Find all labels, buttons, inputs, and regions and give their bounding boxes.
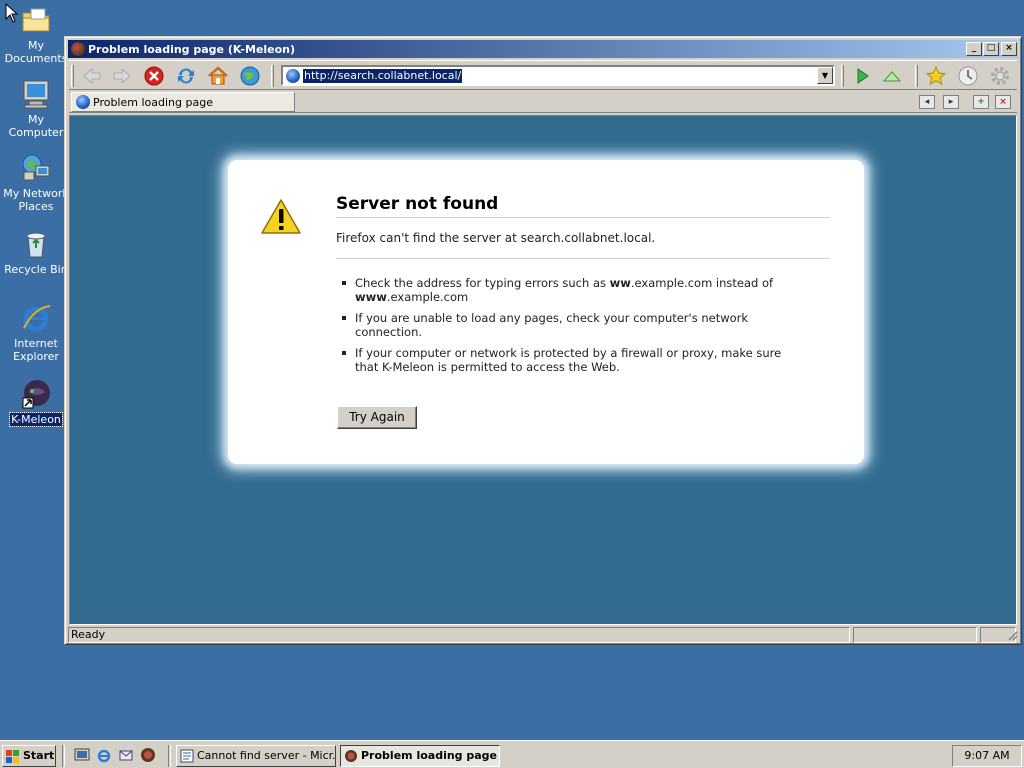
tab-next-icon[interactable]: ▸	[943, 95, 959, 109]
close-button[interactable]: ×	[1001, 42, 1017, 56]
status-text: Ready	[68, 627, 850, 643]
k-meleon-icon	[20, 378, 52, 410]
home-icon[interactable]	[207, 65, 229, 87]
warning-icon	[261, 199, 301, 234]
desktop-icon-my-computer[interactable]: My Computer	[0, 78, 72, 139]
quick-launch-separator	[62, 745, 65, 767]
bookmark-star-icon[interactable]	[925, 65, 947, 87]
desktop-icon-my-network-places[interactable]: My Network Places	[0, 152, 72, 213]
internet-explorer-icon	[20, 302, 52, 334]
taskbar-button-cannot-find-server[interactable]: Cannot find server - Micr...	[176, 745, 336, 767]
taskbar-button-problem-loading-page[interactable]: Problem loading page ...	[340, 745, 500, 767]
desktop-icon-label: My Network Places	[3, 187, 69, 213]
globe-icon[interactable]	[239, 65, 261, 87]
toolbar-grip[interactable]	[841, 65, 844, 87]
desktop-icon-label: K-Meleon	[9, 412, 63, 427]
desktop-icon-label: My Documents	[4, 39, 68, 65]
browser-window: Problem loading page (K-Meleon) _ □ × ht…	[64, 36, 1022, 645]
desktop-icon-label: Recycle Bin	[4, 263, 68, 276]
outlook-express-icon[interactable]	[118, 747, 134, 763]
internet-explorer-icon[interactable]	[96, 747, 112, 763]
url-bar[interactable]: http://search.collabnet.local/ ▼	[281, 65, 835, 86]
globe-icon	[76, 95, 90, 109]
site-globe-icon	[286, 69, 300, 83]
toolbar-grip[interactable]	[271, 65, 274, 87]
stop-icon[interactable]	[143, 65, 165, 87]
tab-bar: Problem loading page ◂ ▸ + ×	[69, 91, 1017, 113]
url-input[interactable]: http://search.collabnet.local/	[303, 69, 463, 83]
error-panel: Server not found Firefox can't find the …	[228, 160, 864, 464]
desktop-icon-internet-explorer[interactable]: Internet Explorer	[0, 302, 72, 363]
forward-icon[interactable]	[111, 65, 133, 87]
desktop-icon-k-meleon[interactable]: K-Meleon	[0, 378, 72, 427]
k-meleon-icon	[71, 42, 85, 56]
task-label: Problem loading page ...	[361, 749, 500, 762]
maximize-button[interactable]: □	[983, 42, 999, 56]
error-title: Server not found	[336, 194, 830, 218]
tab-problem-loading-page[interactable]: Problem loading page	[71, 92, 295, 112]
desktop-icon-recycle-bin[interactable]: Recycle Bin	[0, 228, 72, 276]
k-meleon-icon[interactable]	[140, 747, 156, 763]
system-tray-clock[interactable]: 9:07 AM	[952, 745, 1022, 767]
window-title: Problem loading page (K-Meleon)	[88, 43, 296, 56]
toolbar-grip[interactable]	[915, 65, 918, 87]
tab-prev-icon[interactable]: ◂	[919, 95, 935, 109]
error-short-description: Firefox can't find the server at search.…	[336, 231, 830, 259]
k-meleon-icon	[345, 750, 357, 762]
history-icon[interactable]	[957, 65, 979, 87]
tab-label: Problem loading page	[93, 96, 213, 109]
task-label: Cannot find server - Micr...	[197, 749, 336, 762]
go-icon[interactable]	[851, 65, 873, 87]
back-icon[interactable]	[81, 65, 103, 87]
network-icon	[20, 152, 52, 184]
recycle-bin-icon	[20, 228, 52, 260]
try-again-button[interactable]: Try Again	[337, 406, 417, 429]
start-label: Start	[23, 749, 55, 762]
mouse-cursor-icon	[5, 3, 19, 23]
taskbar: Start Cannot find server - Micr... Probl…	[0, 740, 1024, 768]
close-tab-icon[interactable]: ×	[995, 95, 1011, 109]
document-icon	[180, 749, 194, 763]
status-bar: Ready	[68, 627, 1018, 643]
list-item: If your computer or network is protected…	[336, 346, 806, 374]
error-suggestions-list: Check the address for typing errors such…	[336, 276, 806, 381]
computer-icon	[20, 78, 52, 110]
title-bar[interactable]: Problem loading page (K-Meleon) _ □ ×	[68, 40, 1018, 58]
list-item: If you are unable to load any pages, che…	[336, 311, 806, 339]
new-tab-icon[interactable]: +	[973, 95, 989, 109]
desktop-icon-label: Internet Explorer	[13, 337, 59, 363]
minimize-button[interactable]: _	[966, 42, 982, 56]
toolbar-grip[interactable]	[71, 65, 74, 87]
folder-icon	[20, 4, 52, 36]
settings-gear-icon[interactable]	[989, 65, 1011, 87]
page-content: Server not found Firefox can't find the …	[69, 115, 1017, 625]
up-icon[interactable]	[881, 65, 903, 87]
status-progress-cell	[853, 627, 977, 643]
url-dropdown-button[interactable]: ▼	[817, 67, 833, 84]
show-desktop-icon[interactable]	[74, 747, 90, 763]
desktop-icon-label: My Computer	[8, 113, 64, 139]
start-button[interactable]: Start	[2, 745, 56, 767]
windows-flag-icon	[6, 750, 19, 763]
taskbar-separator	[168, 745, 171, 767]
navigation-toolbar: http://search.collabnet.local/ ▼	[69, 60, 1017, 90]
resize-grip-icon[interactable]	[1006, 629, 1018, 641]
reload-icon[interactable]	[175, 65, 197, 87]
list-item: Check the address for typing errors such…	[336, 276, 806, 304]
